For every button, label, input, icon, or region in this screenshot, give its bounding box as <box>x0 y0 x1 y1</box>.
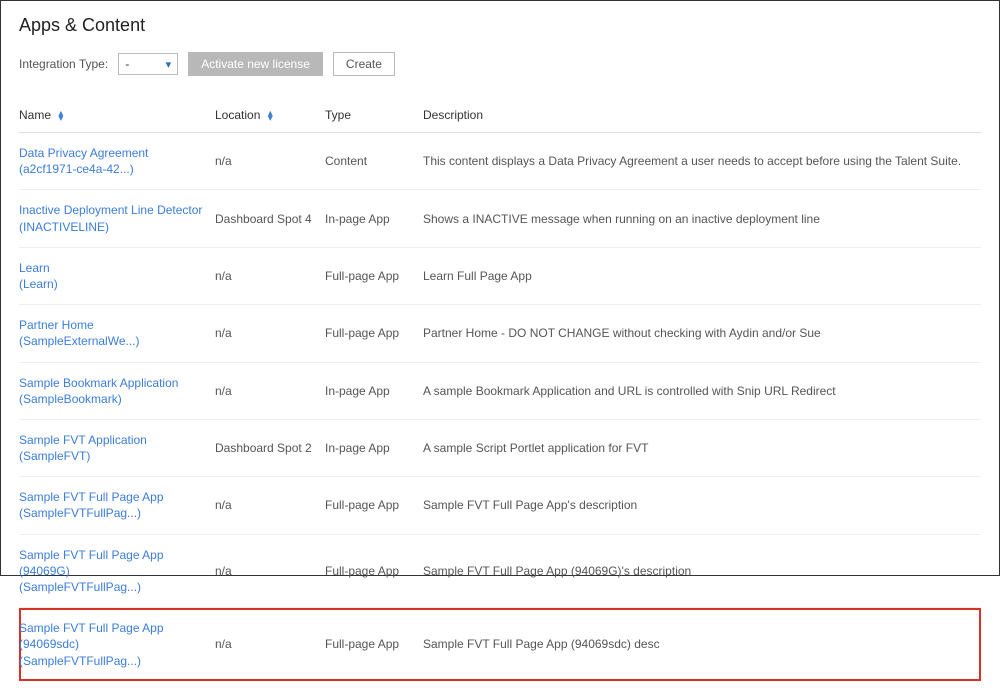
app-location: n/a <box>215 133 325 190</box>
app-name: Sample Bookmark Application <box>19 375 207 391</box>
app-description: Sample FVT Full Page App (94069G)'s desc… <box>423 534 981 608</box>
table-row: Learn(Learn)n/aFull-page AppLearn Full P… <box>19 247 981 304</box>
app-description: Partner Home - DO NOT CHANGE without che… <box>423 305 981 362</box>
app-subname: (SampleExternalWe...) <box>19 333 207 349</box>
app-description: Shows a INACTIVE message when running on… <box>423 190 981 247</box>
app-subname: (INACTIVELINE) <box>19 219 207 235</box>
app-name: Learn <box>19 260 207 276</box>
integration-type-label: Integration Type: <box>19 57 108 71</box>
col-header-description: Description <box>423 100 981 133</box>
app-name-link[interactable]: Data Privacy Agreement(a2cf1971-ce4a-42.… <box>19 145 207 177</box>
app-type: In-page App <box>325 190 423 247</box>
table-row: Inactive Deployment Line Detector(INACTI… <box>19 190 981 247</box>
app-subname: (SampleFVT) <box>19 448 207 464</box>
app-name-link[interactable]: Learn(Learn) <box>19 260 207 292</box>
app-type: Full-page App <box>325 608 423 681</box>
col-header-type: Type <box>325 100 423 133</box>
app-name-link[interactable]: Sample FVT Full Page App(SampleFVTFullPa… <box>19 489 207 521</box>
table-row: Sample FVT Application(SampleFVT)Dashboa… <box>19 419 981 476</box>
page-title: Apps & Content <box>19 15 981 36</box>
app-subname: (SampleFVTFullPag...) <box>19 653 207 669</box>
col-header-location[interactable]: Location ▴▾ <box>215 100 325 133</box>
app-type: In-page App <box>325 419 423 476</box>
app-name: Sample FVT Full Page App (94069sdc) <box>19 620 207 652</box>
app-subname: (a2cf1971-ce4a-42...) <box>19 161 207 177</box>
app-location: n/a <box>215 362 325 419</box>
app-name: Inactive Deployment Line Detector <box>19 202 207 218</box>
app-name: Sample FVT Full Page App (94069G) <box>19 547 207 579</box>
app-name-link[interactable]: Sample Bookmark Application(SampleBookma… <box>19 375 207 407</box>
app-name: Data Privacy Agreement <box>19 145 207 161</box>
chevron-down-icon: ▾ <box>166 58 172 71</box>
app-name-link[interactable]: Sample FVT Application(SampleFVT) <box>19 432 207 464</box>
app-description: Sample FVT Full Page App (94069sdc) desc <box>423 608 981 681</box>
app-type: Full-page App <box>325 534 423 608</box>
activate-license-button[interactable]: Activate new license <box>188 52 323 76</box>
app-type: Content <box>325 133 423 190</box>
app-subname: (Learn) <box>19 276 207 292</box>
app-name: Sample FVT Full Page App <box>19 489 207 505</box>
app-location: n/a <box>215 247 325 304</box>
app-type: Full-page App <box>325 305 423 362</box>
sort-icon: ▴▾ <box>58 111 63 121</box>
app-subname: (SampleFVTFullPag...) <box>19 579 207 595</box>
app-name: Sample FVT Application <box>19 432 207 448</box>
create-button[interactable]: Create <box>333 52 395 76</box>
integration-type-select[interactable]: - ▾ <box>118 53 178 75</box>
apps-table: Name ▴▾ Location ▴▾ Type Description Dat… <box>19 100 981 681</box>
app-name-link[interactable]: Sample FVT Full Page App (94069G)(Sample… <box>19 547 207 596</box>
toolbar: Integration Type: - ▾ Activate new licen… <box>19 52 981 76</box>
app-type: Full-page App <box>325 477 423 534</box>
app-name-link[interactable]: Inactive Deployment Line Detector(INACTI… <box>19 202 207 234</box>
col-header-name-label: Name <box>19 108 51 122</box>
table-row: Sample FVT Full Page App (94069sdc)(Samp… <box>19 608 981 681</box>
app-type: In-page App <box>325 362 423 419</box>
app-name: Partner Home <box>19 317 207 333</box>
app-name-link[interactable]: Sample FVT Full Page App (94069sdc)(Samp… <box>19 620 207 669</box>
table-row: Sample Bookmark Application(SampleBookma… <box>19 362 981 419</box>
app-type: Full-page App <box>325 247 423 304</box>
app-subname: (SampleBookmark) <box>19 391 207 407</box>
app-name-link[interactable]: Partner Home(SampleExternalWe...) <box>19 317 207 349</box>
app-description: A sample Script Portlet application for … <box>423 419 981 476</box>
app-location: Dashboard Spot 4 <box>215 190 325 247</box>
app-location: n/a <box>215 477 325 534</box>
app-location: n/a <box>215 608 325 681</box>
table-row: Data Privacy Agreement(a2cf1971-ce4a-42.… <box>19 133 981 190</box>
table-row: Partner Home(SampleExternalWe...)n/aFull… <box>19 305 981 362</box>
app-description: Sample FVT Full Page App's description <box>423 477 981 534</box>
sort-icon: ▴▾ <box>268 111 273 121</box>
app-description: Learn Full Page App <box>423 247 981 304</box>
app-description: This content displays a Data Privacy Agr… <box>423 133 981 190</box>
col-header-name[interactable]: Name ▴▾ <box>19 100 215 133</box>
app-description: A sample Bookmark Application and URL is… <box>423 362 981 419</box>
app-location: n/a <box>215 305 325 362</box>
integration-type-value: - <box>125 57 129 71</box>
app-location: Dashboard Spot 2 <box>215 419 325 476</box>
app-subname: (SampleFVTFullPag...) <box>19 505 207 521</box>
col-header-location-label: Location <box>215 108 260 122</box>
app-location: n/a <box>215 534 325 608</box>
table-row: Sample FVT Full Page App (94069G)(Sample… <box>19 534 981 608</box>
table-row: Sample FVT Full Page App(SampleFVTFullPa… <box>19 477 981 534</box>
